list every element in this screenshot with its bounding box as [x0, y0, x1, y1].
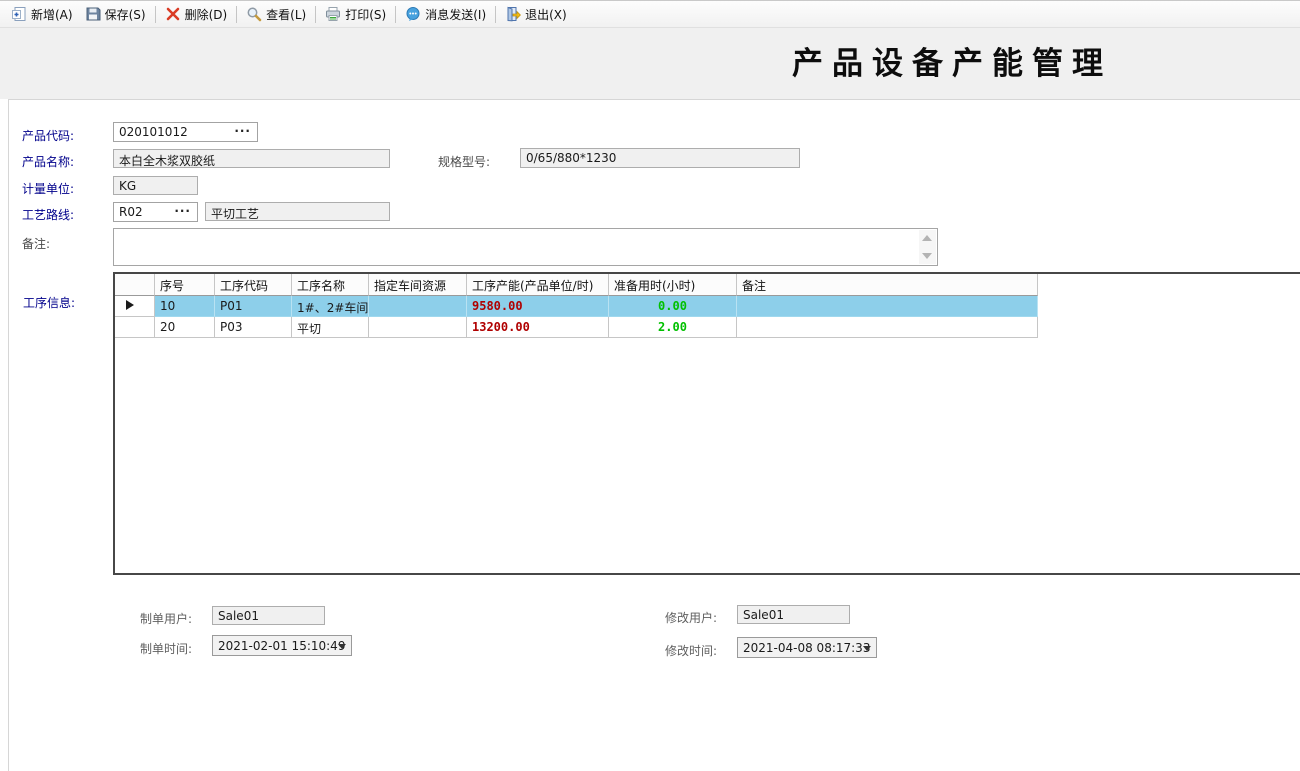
new-button-label: 新增(A) [31, 6, 73, 23]
remark-label: 备注: [22, 235, 50, 252]
creator-label: 制单用户: [140, 610, 192, 627]
print-button[interactable]: 打印(S) [319, 3, 392, 26]
message-icon [405, 6, 421, 22]
cell-code[interactable]: P03 [215, 317, 292, 338]
scroll-down-icon[interactable] [922, 253, 932, 259]
row-indicator-cell [115, 317, 155, 338]
product-code-lookup-button[interactable]: ··· [234, 124, 251, 138]
process-grid: 序号 工序代码 工序名称 指定车间资源 工序产能(产品单位/时) 准备用时(小时… [113, 272, 1300, 575]
cell-name[interactable]: 1#、2#车间 [292, 296, 369, 317]
message-send-button[interactable]: 消息发送(I) [399, 3, 492, 26]
process-route-code-input[interactable]: R02 ··· [113, 202, 198, 222]
scroll-up-icon[interactable] [922, 235, 932, 241]
dropdown-arrow-icon[interactable] [863, 646, 871, 651]
table-row[interactable]: 10 P01 1#、2#车间 9580.00 0.00 [115, 296, 1300, 317]
process-route-lookup-button[interactable]: ··· [174, 204, 191, 218]
exit-button-label: 退出(X) [525, 6, 567, 23]
product-name-label: 产品名称: [22, 153, 74, 170]
spec-model-input: 0/65/880*1230 [520, 148, 800, 168]
grid-header-workshop[interactable]: 指定车间资源 [369, 274, 467, 296]
cell-prep-hours[interactable]: 0.00 [609, 296, 737, 317]
delete-icon [165, 6, 181, 22]
page-title: 产品设备产能管理 [792, 38, 1112, 83]
remark-textarea[interactable] [113, 228, 938, 266]
current-row-marker-icon [126, 300, 134, 310]
grid-header-capacity[interactable]: 工序产能(产品单位/时) [467, 274, 609, 296]
cell-code[interactable]: P01 [215, 296, 292, 317]
modifier-value: Sale01 [743, 608, 784, 622]
view-button[interactable]: 查看(L) [240, 3, 312, 26]
remark-scrollbar[interactable] [919, 230, 936, 264]
delete-button[interactable]: 删除(D) [159, 3, 234, 26]
product-code-input[interactable]: 020101012 ··· [113, 122, 258, 142]
create-time-combo[interactable]: 2021-02-01 15:10:49 [212, 635, 352, 656]
dropdown-arrow-icon[interactable] [338, 644, 346, 649]
cell-capacity[interactable]: 9580.00 [467, 296, 609, 317]
product-code-label: 产品代码: [22, 127, 74, 144]
cell-seq[interactable]: 20 [155, 317, 215, 338]
toolbar-separator [236, 6, 237, 23]
modifier-input: Sale01 [737, 605, 850, 624]
process-route-name-input: 平切工艺 [205, 202, 390, 221]
print-icon [325, 6, 341, 22]
cell-seq[interactable]: 10 [155, 296, 215, 317]
process-info-label: 工序信息: [23, 294, 75, 311]
table-row[interactable]: 20 P03 平切 13200.00 2.00 [115, 317, 1300, 338]
product-name-input: 本白全木浆双胶纸 [113, 149, 390, 168]
delete-button-label: 删除(D) [185, 6, 228, 23]
view-button-label: 查看(L) [266, 6, 306, 23]
grid-header-code[interactable]: 工序代码 [215, 274, 292, 296]
grid-header-indicator[interactable] [115, 274, 155, 296]
create-time-label: 制单时间: [140, 640, 192, 657]
toolbar-separator [315, 6, 316, 23]
process-route-code-value: R02 [119, 205, 143, 219]
grid-header-seq[interactable]: 序号 [155, 274, 215, 296]
print-button-label: 打印(S) [345, 6, 386, 23]
save-button-label: 保存(S) [105, 6, 146, 23]
creator-input: Sale01 [212, 606, 325, 625]
process-route-name-value: 平切工艺 [211, 207, 259, 221]
unit-input: KG [113, 176, 198, 195]
save-button[interactable]: 保存(S) [79, 3, 152, 26]
exit-icon [505, 6, 521, 22]
toolbar-separator [155, 6, 156, 23]
cell-remark[interactable] [737, 296, 1038, 317]
spec-model-value: 0/65/880*1230 [526, 151, 616, 165]
toolbar: 新增(A) 保存(S) 删除(D) 查看(L) 打印(S) 消息发送(I) [0, 0, 1300, 28]
unit-label: 计量单位: [22, 180, 74, 197]
message-send-button-label: 消息发送(I) [425, 6, 486, 23]
cell-prep-hours[interactable]: 2.00 [609, 317, 737, 338]
grid-header-prep-hours[interactable]: 准备用时(小时) [609, 274, 737, 296]
spec-model-label: 规格型号: [438, 153, 490, 170]
process-route-label: 工艺路线: [22, 206, 74, 223]
modify-time-label: 修改时间: [665, 642, 717, 659]
toolbar-separator [495, 6, 496, 23]
row-indicator-cell [115, 296, 155, 317]
grid-header-row: 序号 工序代码 工序名称 指定车间资源 工序产能(产品单位/时) 准备用时(小时… [115, 274, 1300, 296]
modify-time-value: 2021-04-08 08:17:33 [743, 641, 870, 655]
unit-value: KG [119, 179, 136, 193]
cell-remark[interactable] [737, 317, 1038, 338]
grid-header-remark[interactable]: 备注 [737, 274, 1038, 296]
toolbar-separator [395, 6, 396, 23]
save-icon [85, 6, 101, 22]
view-icon [246, 6, 262, 22]
modifier-label: 修改用户: [665, 609, 717, 626]
new-button[interactable]: 新增(A) [5, 3, 79, 26]
product-name-value: 本白全木浆双胶纸 [119, 154, 215, 168]
new-document-icon [11, 6, 27, 22]
modify-time-combo[interactable]: 2021-04-08 08:17:33 [737, 637, 877, 658]
cell-name[interactable]: 平切 [292, 317, 369, 338]
cell-workshop[interactable] [369, 296, 467, 317]
creator-value: Sale01 [218, 609, 259, 623]
exit-button[interactable]: 退出(X) [499, 3, 573, 26]
product-code-value: 020101012 [119, 125, 188, 139]
grid-header-name[interactable]: 工序名称 [292, 274, 369, 296]
cell-workshop[interactable] [369, 317, 467, 338]
create-time-value: 2021-02-01 15:10:49 [218, 639, 345, 653]
cell-capacity[interactable]: 13200.00 [467, 317, 609, 338]
